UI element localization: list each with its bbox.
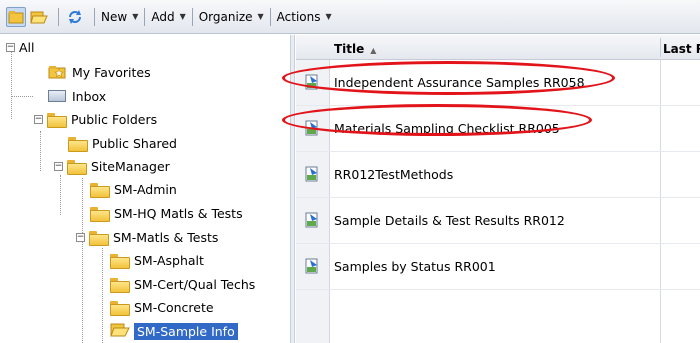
- toolbar-separator: [58, 7, 59, 26]
- list-item[interactable]: Samples by Status RR001: [296, 244, 700, 290]
- report-icon: [305, 258, 318, 274]
- tree-label: SiteManager: [91, 158, 170, 174]
- toolbar-separator: [144, 7, 146, 26]
- open-folder-icon[interactable]: [29, 7, 49, 27]
- tree-label: SM-Admin: [114, 181, 177, 197]
- tree-item-sm-concrete[interactable]: SM-Concrete: [110, 296, 214, 318]
- tree-connector: [11, 96, 33, 97]
- tree-connector: [60, 175, 61, 215]
- actions-button[interactable]: Actions ▼: [277, 10, 332, 24]
- tree-item-my-favorites[interactable]: My Favorites: [48, 61, 151, 83]
- new-button[interactable]: New ▼: [101, 10, 138, 24]
- tree-label: SM-Matls & Tests: [113, 229, 219, 245]
- refresh-icon[interactable]: [65, 7, 85, 27]
- tree-connector: [40, 131, 41, 171]
- tree-item-all[interactable]: − All: [6, 36, 35, 58]
- new-label: New: [101, 9, 128, 24]
- folder-view-icon[interactable]: [6, 6, 26, 27]
- actions-label: Actions: [276, 9, 321, 24]
- collapse-icon[interactable]: −: [76, 232, 85, 242]
- collapse-icon[interactable]: −: [54, 161, 63, 171]
- folder-icon: [90, 182, 110, 198]
- tree-item-sitemanager[interactable]: − SiteManager: [54, 155, 170, 177]
- list-item[interactable]: RR012TestMethods: [296, 152, 700, 198]
- folder-icon: [110, 253, 130, 269]
- folder-icon: [68, 136, 88, 152]
- chevron-down-icon: ▼: [257, 12, 264, 21]
- organize-label: Organize: [198, 9, 253, 24]
- tree-item-inbox[interactable]: Inbox: [48, 85, 106, 107]
- chevron-down-icon: ▼: [132, 12, 139, 21]
- tree-label: Public Folders: [71, 111, 158, 127]
- tree-item-public-folders[interactable]: − Public Folders: [34, 108, 157, 130]
- tree-item-sm-sample-info[interactable]: SM-Sample Info: [110, 320, 238, 342]
- collapse-icon[interactable]: −: [34, 114, 43, 124]
- list-item[interactable]: Sample Details & Test Results RR012: [296, 198, 700, 244]
- folder-icon: [110, 300, 130, 316]
- tree-label: SM-Concrete: [134, 299, 214, 315]
- add-button[interactable]: Add ▼: [151, 10, 185, 24]
- toolbar: New ▼ Add ▼ Organize ▼ Actions ▼: [0, 0, 700, 34]
- favorites-icon: [48, 65, 66, 79]
- chevron-down-icon: ▼: [325, 12, 332, 21]
- folder-icon: [89, 230, 109, 246]
- report-icon: [305, 166, 318, 182]
- list-header: Title ▲ Last R: [296, 35, 700, 60]
- folder-tree: − All My Favorites Inbox − Public Folder…: [0, 35, 290, 343]
- annotation-ellipse: [282, 104, 592, 136]
- organize-button[interactable]: Organize ▼: [199, 10, 264, 24]
- add-label: Add: [151, 9, 175, 24]
- tree-item-sm-admin[interactable]: SM-Admin: [90, 178, 177, 200]
- column-header-last-run[interactable]: Last R: [663, 42, 700, 56]
- tree-label: Public Shared: [92, 135, 177, 151]
- folder-icon: [47, 112, 67, 128]
- toolbar-separator: [269, 7, 271, 26]
- tree-item-sm-asphalt[interactable]: SM-Asphalt: [110, 249, 204, 271]
- tree-label: SM-Cert/Qual Techs: [134, 276, 256, 292]
- report-title: Sample Details & Test Results RR012: [334, 213, 565, 228]
- annotation-ellipse: [282, 61, 615, 95]
- column-header-title[interactable]: Title ▲: [334, 42, 376, 56]
- chevron-down-icon: ▼: [179, 12, 186, 21]
- tree-label: SM-Sample Info: [134, 322, 238, 340]
- tree-label: My Favorites: [72, 64, 151, 80]
- report-title: Samples by Status RR001: [334, 259, 496, 274]
- report-title: RR012TestMethods: [334, 167, 454, 182]
- inbox-icon: [48, 90, 66, 102]
- collapse-icon[interactable]: −: [6, 42, 15, 52]
- tree-item-public-shared[interactable]: Public Shared: [68, 132, 177, 154]
- tree-label: SM-HQ Matls & Tests: [114, 205, 243, 221]
- tree-label: SM-Asphalt: [134, 252, 204, 268]
- tree-item-sm-matls-tests[interactable]: − SM-Matls & Tests: [76, 226, 218, 248]
- tree-item-sm-cert-qual-techs[interactable]: SM-Cert/Qual Techs: [110, 273, 255, 295]
- tree-connector: [82, 178, 83, 343]
- column-title-label: Title: [334, 42, 365, 56]
- open-folder-icon: [110, 323, 130, 340]
- folder-icon: [67, 159, 87, 175]
- tree-label: Inbox: [72, 88, 107, 104]
- tree-connector: [102, 248, 103, 343]
- folder-icon: [90, 206, 110, 222]
- tree-item-sm-hq-matls-tests[interactable]: SM-HQ Matls & Tests: [90, 202, 243, 224]
- tree-connector: [11, 49, 12, 119]
- toolbar-separator: [191, 7, 193, 26]
- folder-icon: [110, 277, 130, 293]
- toolbar-separator: [94, 7, 95, 26]
- sort-ascending-icon: ▲: [370, 46, 377, 55]
- tree-label: All: [19, 39, 35, 55]
- column-divider[interactable]: [660, 38, 661, 57]
- report-icon: [305, 212, 318, 228]
